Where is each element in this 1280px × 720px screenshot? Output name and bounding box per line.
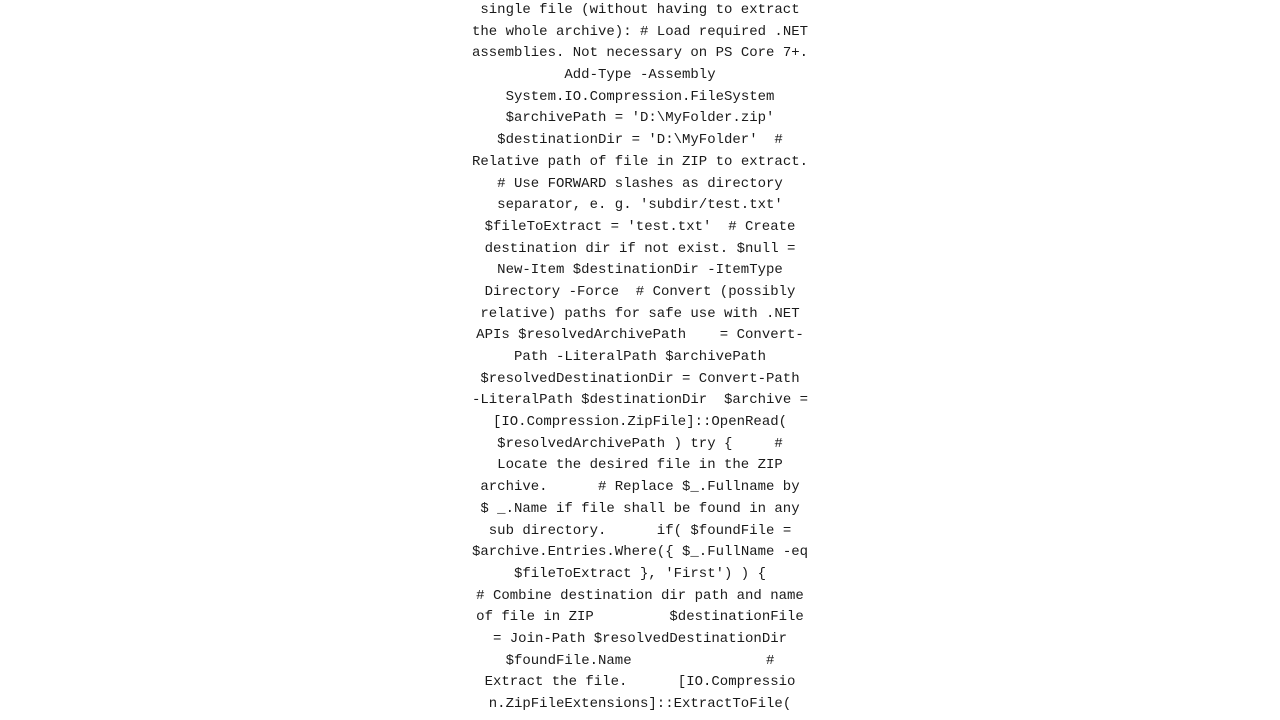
code-line: [IO.Compression.ZipFile]::OpenRead( [20, 412, 1260, 434]
code-line: New-Item $destinationDir -ItemType [20, 260, 1260, 282]
code-line: $fileToExtract }, 'First') ) { [20, 564, 1260, 586]
code-line: $foundFile.Name # [20, 651, 1260, 673]
code-line: of file in ZIP $destinationFile [20, 607, 1260, 629]
code-line: Locate the desired file in the ZIP [20, 455, 1260, 477]
code-line: $archive.Entries.Where({ $_.FullName -eq [20, 542, 1260, 564]
code-line: Directory -Force # Convert (possibly [20, 282, 1260, 304]
code-line: $archivePath = 'D:\MyFolder.zip' [20, 108, 1260, 130]
code-line: assemblies. Not necessary on PS Core 7+. [20, 43, 1260, 65]
code-line: the whole archive): # Load required .NET [20, 22, 1260, 44]
code-line: APIs $resolvedArchivePath = Convert- [20, 325, 1260, 347]
code-line: Extract the file. [IO.Compressio [20, 672, 1260, 694]
code-line: destination dir if not exist. $null = [20, 239, 1260, 261]
code-line: = Join-Path $resolvedDestinationDir [20, 629, 1260, 651]
code-line: separator, e. g. 'subdir/test.txt' [20, 195, 1260, 217]
code-line: System.IO.Compression.FileSystem [20, 87, 1260, 109]
code-line: n.ZipFileExtensions]::ExtractToFile( [20, 694, 1260, 716]
code-line: Add-Type -Assembly [20, 65, 1260, 87]
code-line: Path -LiteralPath $archivePath [20, 347, 1260, 369]
code-line: $destinationDir = 'D:\MyFolder' # [20, 130, 1260, 152]
code-line: $fileToExtract = 'test.txt' # Create [20, 217, 1260, 239]
code-line: $resolvedDestinationDir = Convert-Path [20, 369, 1260, 391]
code-line: # Combine destination dir path and name [20, 586, 1260, 608]
code-line: single file (without having to extract [20, 0, 1260, 22]
code-line: archive. # Replace $_.Fullname by [20, 477, 1260, 499]
code-line: Relative path of file in ZIP to extract. [20, 152, 1260, 174]
code-block: single file (without having to extractth… [0, 0, 1280, 716]
code-line: $ _.Name if file shall be found in any [20, 499, 1260, 521]
code-line: relative) paths for safe use with .NET [20, 304, 1260, 326]
code-line: $resolvedArchivePath ) try { # [20, 434, 1260, 456]
code-line: -LiteralPath $destinationDir $archive = [20, 390, 1260, 412]
code-line: # Use FORWARD slashes as directory [20, 174, 1260, 196]
code-line: sub directory. if( $foundFile = [20, 521, 1260, 543]
